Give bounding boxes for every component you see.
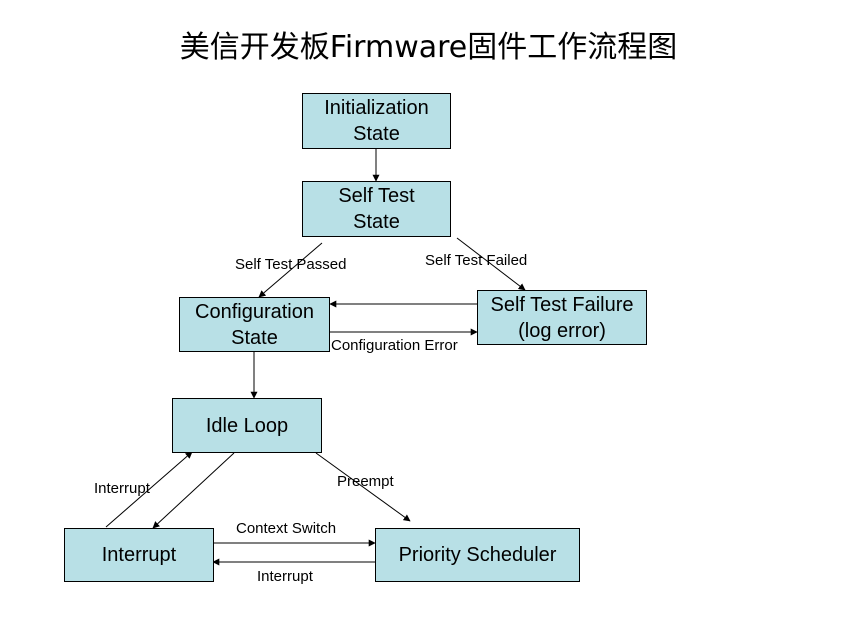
node-label-line1: Initialization xyxy=(324,97,429,119)
node-configuration-state: Configuration State xyxy=(179,297,330,352)
node-label-line1: Priority Scheduler xyxy=(398,544,557,566)
arrow-idle-to-interrupt xyxy=(152,452,235,529)
node-self-test-failure: Self Test Failure (log error) xyxy=(477,290,647,345)
node-label-line2: (log error) xyxy=(518,319,606,342)
edge-label-preempt: Preempt xyxy=(337,473,394,490)
edge-label-interrupt-up: Interrupt xyxy=(94,480,150,497)
edge-label-configuration-error: Configuration Error xyxy=(331,337,458,354)
edge-label-self-test-passed: Self Test Passed xyxy=(235,256,347,273)
diagram-canvas: 美信开发板Firmware固件工作流程图 Initialization Stat… xyxy=(0,0,857,637)
node-interrupt: Interrupt xyxy=(64,528,214,582)
node-label-line1: Idle Loop xyxy=(205,414,289,437)
node-label-line2: State xyxy=(353,123,400,145)
node-label-line1: Interrupt xyxy=(101,544,177,566)
node-priority-scheduler: Priority Scheduler xyxy=(375,528,580,582)
node-label-line1: Self Test xyxy=(338,185,415,207)
node-label-line2: State xyxy=(231,326,278,349)
edge-label-context-switch: Context Switch xyxy=(236,520,337,537)
node-label-line2: State xyxy=(353,211,400,233)
node-self-test-state: Self Test State xyxy=(302,181,451,237)
edge-label-interrupt-back: Interrupt xyxy=(257,568,313,585)
node-label-line1: Self Test Failure xyxy=(490,293,634,316)
node-idle-loop: Idle Loop xyxy=(172,398,322,453)
node-initialization-state: Initialization State xyxy=(302,93,451,149)
node-label-line1: Configuration xyxy=(195,300,314,323)
edge-label-self-test-failed: Self Test Failed xyxy=(425,252,528,269)
